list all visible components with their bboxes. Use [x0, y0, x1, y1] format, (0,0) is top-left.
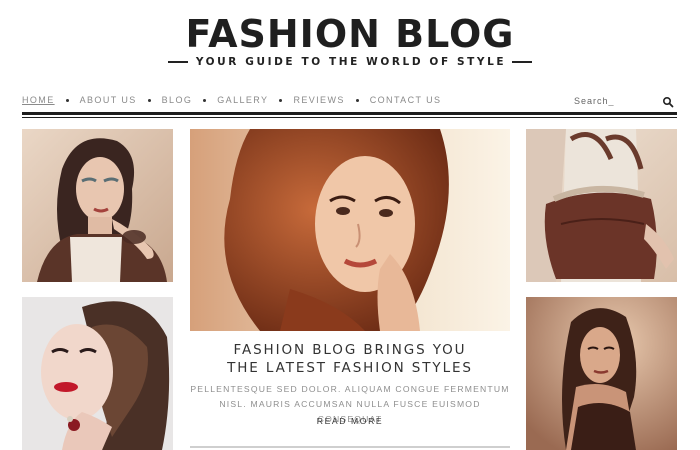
blog-logo-title[interactable]: FASHION BLOG — [0, 12, 700, 56]
tagline-right-rule — [512, 61, 533, 63]
nav-item-reviews[interactable]: REVIEWS — [293, 95, 344, 105]
featured-post-excerpt-line-1: PELLENTESQUE SED DOLOR. ALIQUAM CONGUE F… — [190, 384, 510, 394]
featured-post-image[interactable] — [190, 129, 510, 331]
search-icon[interactable] — [662, 95, 674, 108]
header-divider-thin — [22, 117, 677, 118]
tagline: YOUR GUIDE TO THE WORLD OF STYLE — [195, 56, 507, 68]
nav-item-blog[interactable]: BLOG — [162, 95, 193, 105]
nav-separator-dot — [355, 98, 359, 102]
featured-post-title-line-2: THE LATEST FASHION STYLES — [227, 360, 473, 376]
header-divider-thick — [22, 112, 677, 115]
search-input[interactable] — [574, 93, 658, 109]
tagline-left-rule — [167, 61, 188, 63]
read-more-link[interactable]: READ MORE — [190, 416, 510, 426]
nav-separator-dot — [147, 98, 151, 102]
post-thumbnail-red-lips[interactable] — [22, 297, 173, 450]
nav-item-contact-us[interactable]: CONTACT US — [370, 95, 442, 105]
post-thumbnail-portrait[interactable] — [526, 297, 677, 450]
featured-post: FASHION BLOG BRINGS YOU THE LATEST FASHI… — [190, 129, 510, 450]
post-thumbnail-sunglasses[interactable] — [22, 129, 173, 282]
featured-post-title-line-1: FASHION BLOG BRINGS YOU — [233, 342, 467, 358]
nav-item-gallery[interactable]: GALLERY — [217, 95, 268, 105]
nav-separator-dot — [65, 98, 69, 102]
featured-post-divider — [190, 446, 510, 448]
masthead: FASHION BLOG YOUR GUIDE TO THE WORLD OF … — [0, 0, 700, 80]
search-box — [574, 93, 678, 109]
nav-item-home[interactable]: HOME — [22, 95, 55, 105]
post-thumbnail-handbag[interactable] — [526, 129, 677, 282]
tagline-row: YOUR GUIDE TO THE WORLD OF STYLE — [0, 55, 700, 69]
featured-post-title[interactable]: FASHION BLOG BRINGS YOU THE LATEST FASHI… — [190, 341, 510, 377]
nav-separator-dot — [279, 98, 283, 102]
nav-separator-dot — [203, 98, 207, 102]
nav-item-about-us[interactable]: ABOUT US — [80, 95, 137, 105]
main-nav: HOME ABOUT US BLOG GALLERY REVIEWS CONTA… — [22, 92, 441, 108]
